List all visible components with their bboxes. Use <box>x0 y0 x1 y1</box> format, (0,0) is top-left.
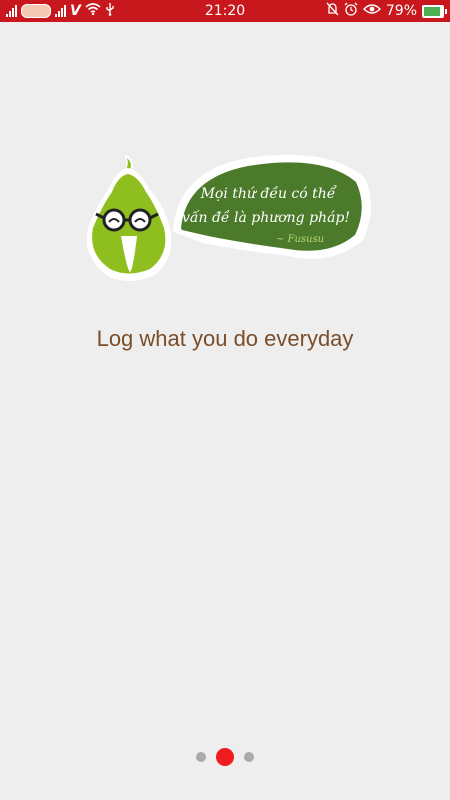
pear-mascot-icon <box>86 154 172 281</box>
eye-icon <box>362 3 381 19</box>
page-dot[interactable] <box>244 752 254 762</box>
speech-bubble: Mọi thứ đều có thể vấn đề là phương pháp… <box>173 154 372 259</box>
speech-line-2: vấn đề là phương pháp! <box>182 209 350 226</box>
mascot-illustration: Mọi thứ đều có thể vấn đề là phương pháp… <box>78 148 378 288</box>
status-right: 79% <box>326 2 447 20</box>
page-dot[interactable] <box>196 752 206 762</box>
speech-signature: ~ Fususu <box>276 234 324 245</box>
speech-line-1: Mọi thứ đều có thể <box>200 184 337 202</box>
page-indicator[interactable] <box>0 748 450 766</box>
battery-level <box>424 6 440 16</box>
battery-percent: 79% <box>385 3 417 19</box>
alarm-clock-icon <box>344 2 358 20</box>
onboarding-headline: Log what you do everyday <box>96 326 354 351</box>
status-bar: V 21:20 79% <box>0 0 450 22</box>
alarm-off-icon <box>326 2 339 20</box>
page-dot-active[interactable] <box>216 748 234 766</box>
battery-charging-icon <box>422 4 447 18</box>
